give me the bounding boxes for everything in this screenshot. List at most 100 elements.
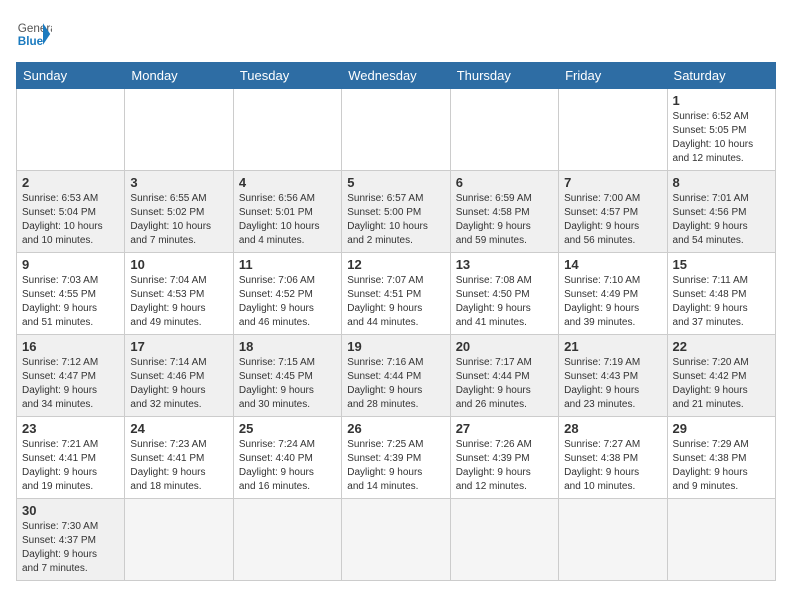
calendar-cell: 7 Sunrise: 7:00 AM Sunset: 4:57 PM Daylig…	[559, 171, 667, 253]
day-info: Sunrise: 7:04 AM Sunset: 4:53 PM Dayligh…	[130, 274, 227, 330]
calendar-cell	[342, 499, 450, 581]
day-info: Sunrise: 7:16 AM Sunset: 4:44 PM Dayligh…	[347, 356, 444, 412]
day-number: 17	[130, 339, 227, 354]
calendar-cell: 29Sunrise: 7:29 AM Sunset: 4:38 PM Dayli…	[667, 417, 775, 499]
day-number: 29	[673, 421, 770, 436]
day-number: 14	[564, 257, 661, 272]
day-info: Sunrise: 7:15 AM Sunset: 4:45 PM Dayligh…	[239, 356, 336, 412]
day-number: 23	[22, 421, 119, 436]
day-number: 21	[564, 339, 661, 354]
day-info: Sunrise: 7:12 AM Sunset: 4:47 PM Dayligh…	[22, 356, 119, 412]
calendar-cell: 8 Sunrise: 7:01 AM Sunset: 4:56 PM Daylig…	[667, 171, 775, 253]
calendar-cell	[125, 89, 233, 171]
calendar-week-row: 30 Sunrise: 7:30 AM Sunset: 4:37 PM Dayli…	[17, 499, 776, 581]
day-info: Sunrise: 7:07 AM Sunset: 4:51 PM Dayligh…	[347, 274, 444, 330]
day-info: Sunrise: 7:24 AM Sunset: 4:40 PM Dayligh…	[239, 438, 336, 494]
day-number: 18	[239, 339, 336, 354]
day-number: 8	[673, 175, 770, 190]
day-info: Sunrise: 7:01 AM Sunset: 4:56 PM Dayligh…	[673, 192, 770, 248]
day-info: Sunrise: 6:57 AM Sunset: 5:00 PM Dayligh…	[347, 192, 444, 248]
calendar-cell: 1 Sunrise: 6:52 AM Sunset: 5:05 PM Daylig…	[667, 89, 775, 171]
day-info: Sunrise: 6:53 AM Sunset: 5:04 PM Dayligh…	[22, 192, 119, 248]
day-info: Sunrise: 7:27 AM Sunset: 4:38 PM Dayligh…	[564, 438, 661, 494]
day-info: Sunrise: 7:26 AM Sunset: 4:39 PM Dayligh…	[456, 438, 553, 494]
day-number: 15	[673, 257, 770, 272]
day-info: Sunrise: 7:17 AM Sunset: 4:44 PM Dayligh…	[456, 356, 553, 412]
calendar-cell	[559, 89, 667, 171]
day-info: Sunrise: 6:59 AM Sunset: 4:58 PM Dayligh…	[456, 192, 553, 248]
calendar-cell: 21 Sunrise: 7:19 AM Sunset: 4:43 PM Dayli…	[559, 335, 667, 417]
calendar-cell: 13 Sunrise: 7:08 AM Sunset: 4:50 PM Dayli…	[450, 253, 558, 335]
day-info: Sunrise: 7:10 AM Sunset: 4:49 PM Dayligh…	[564, 274, 661, 330]
day-number: 7	[564, 175, 661, 190]
calendar-week-row: 23Sunrise: 7:21 AM Sunset: 4:41 PM Dayli…	[17, 417, 776, 499]
calendar-cell	[667, 499, 775, 581]
svg-text:Blue: Blue	[18, 35, 44, 48]
day-number: 26	[347, 421, 444, 436]
day-info: Sunrise: 7:30 AM Sunset: 4:37 PM Dayligh…	[22, 520, 119, 576]
weekday-friday: Friday	[559, 63, 667, 89]
calendar-cell	[342, 89, 450, 171]
day-number: 6	[456, 175, 553, 190]
day-info: Sunrise: 7:23 AM Sunset: 4:41 PM Dayligh…	[130, 438, 227, 494]
weekday-tuesday: Tuesday	[233, 63, 341, 89]
calendar-cell: 16 Sunrise: 7:12 AM Sunset: 4:47 PM Dayli…	[17, 335, 125, 417]
calendar-cell: 14 Sunrise: 7:10 AM Sunset: 4:49 PM Dayli…	[559, 253, 667, 335]
day-info: Sunrise: 6:56 AM Sunset: 5:01 PM Dayligh…	[239, 192, 336, 248]
day-number: 1	[673, 93, 770, 108]
calendar-cell: 6 Sunrise: 6:59 AM Sunset: 4:58 PM Daylig…	[450, 171, 558, 253]
day-number: 3	[130, 175, 227, 190]
day-info: Sunrise: 7:03 AM Sunset: 4:55 PM Dayligh…	[22, 274, 119, 330]
day-info: Sunrise: 6:52 AM Sunset: 5:05 PM Dayligh…	[673, 110, 770, 166]
calendar-cell	[233, 89, 341, 171]
calendar-week-row: 1 Sunrise: 6:52 AM Sunset: 5:05 PM Daylig…	[17, 89, 776, 171]
weekday-thursday: Thursday	[450, 63, 558, 89]
day-number: 19	[347, 339, 444, 354]
day-number: 9	[22, 257, 119, 272]
day-number: 16	[22, 339, 119, 354]
calendar-cell: 15Sunrise: 7:11 AM Sunset: 4:48 PM Dayli…	[667, 253, 775, 335]
page-header: General Blue	[16, 16, 776, 52]
day-info: Sunrise: 7:14 AM Sunset: 4:46 PM Dayligh…	[130, 356, 227, 412]
calendar-cell: 23Sunrise: 7:21 AM Sunset: 4:41 PM Dayli…	[17, 417, 125, 499]
calendar-cell	[17, 89, 125, 171]
day-number: 24	[130, 421, 227, 436]
day-number: 22	[673, 339, 770, 354]
calendar-cell: 26 Sunrise: 7:25 AM Sunset: 4:39 PM Dayli…	[342, 417, 450, 499]
calendar-cell	[450, 499, 558, 581]
calendar-cell: 11Sunrise: 7:06 AM Sunset: 4:52 PM Dayli…	[233, 253, 341, 335]
calendar-cell: 12 Sunrise: 7:07 AM Sunset: 4:51 PM Dayli…	[342, 253, 450, 335]
calendar-cell	[125, 499, 233, 581]
weekday-sunday: Sunday	[17, 63, 125, 89]
calendar-cell	[233, 499, 341, 581]
day-info: Sunrise: 7:20 AM Sunset: 4:42 PM Dayligh…	[673, 356, 770, 412]
day-number: 27	[456, 421, 553, 436]
day-number: 13	[456, 257, 553, 272]
calendar-cell: 17 Sunrise: 7:14 AM Sunset: 4:46 PM Dayli…	[125, 335, 233, 417]
day-number: 20	[456, 339, 553, 354]
day-number: 28	[564, 421, 661, 436]
weekday-wednesday: Wednesday	[342, 63, 450, 89]
day-info: Sunrise: 7:08 AM Sunset: 4:50 PM Dayligh…	[456, 274, 553, 330]
day-info: Sunrise: 7:25 AM Sunset: 4:39 PM Dayligh…	[347, 438, 444, 494]
calendar-cell: 4 Sunrise: 6:56 AM Sunset: 5:01 PM Daylig…	[233, 171, 341, 253]
calendar-cell	[450, 89, 558, 171]
day-number: 30	[22, 503, 119, 518]
day-number: 12	[347, 257, 444, 272]
day-number: 4	[239, 175, 336, 190]
calendar-cell: 20 Sunrise: 7:17 AM Sunset: 4:44 PM Dayli…	[450, 335, 558, 417]
calendar-cell: 25 Sunrise: 7:24 AM Sunset: 4:40 PM Dayli…	[233, 417, 341, 499]
calendar-cell: 27 Sunrise: 7:26 AM Sunset: 4:39 PM Dayli…	[450, 417, 558, 499]
calendar-week-row: 9 Sunrise: 7:03 AM Sunset: 4:55 PM Daylig…	[17, 253, 776, 335]
calendar-cell: 5Sunrise: 6:57 AM Sunset: 5:00 PM Daylig…	[342, 171, 450, 253]
calendar-cell: 28 Sunrise: 7:27 AM Sunset: 4:38 PM Dayli…	[559, 417, 667, 499]
day-info: Sunrise: 7:19 AM Sunset: 4:43 PM Dayligh…	[564, 356, 661, 412]
logo-icon: General Blue	[16, 16, 52, 52]
day-number: 2	[22, 175, 119, 190]
day-info: Sunrise: 7:00 AM Sunset: 4:57 PM Dayligh…	[564, 192, 661, 248]
day-number: 11	[239, 257, 336, 272]
day-number: 25	[239, 421, 336, 436]
calendar-cell: 18 Sunrise: 7:15 AM Sunset: 4:45 PM Dayli…	[233, 335, 341, 417]
calendar-cell	[559, 499, 667, 581]
logo: General Blue	[16, 16, 52, 52]
